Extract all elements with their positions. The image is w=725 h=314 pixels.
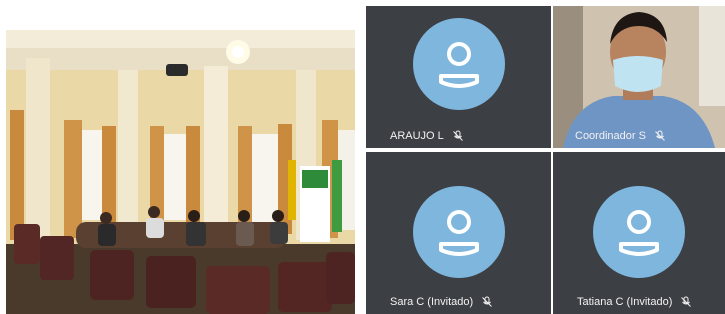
video-call-grid: ARAUJO L Coordinador S Sara C (Invitado)… xyxy=(366,6,725,314)
participant-label: Sara C (Invitado) xyxy=(390,296,493,308)
participant-video xyxy=(553,6,725,148)
participant-tile-tatiana[interactable]: Tatiana C (Invitado) xyxy=(553,152,725,314)
mic-off-icon xyxy=(680,296,692,308)
participant-label: Coordinador S xyxy=(575,130,666,142)
participant-name: Coordinador S xyxy=(575,130,646,142)
participant-label: Tatiana C (Invitado) xyxy=(577,296,692,308)
participant-name: ARAUJO L xyxy=(390,130,444,142)
participant-label: ARAUJO L xyxy=(390,130,464,142)
participant-name: Tatiana C (Invitado) xyxy=(577,296,673,308)
participant-tile-araujo[interactable]: ARAUJO L xyxy=(366,6,551,148)
participant-name: Sara C (Invitado) xyxy=(390,296,474,308)
mic-off-icon xyxy=(654,130,666,142)
participant-tile-sara[interactable]: Sara C (Invitado) xyxy=(366,152,551,314)
meeting-room-photo xyxy=(6,30,355,314)
person-icon xyxy=(413,18,505,110)
person-icon xyxy=(413,186,505,278)
mic-off-icon xyxy=(452,130,464,142)
person-icon xyxy=(593,186,685,278)
participant-tile-coordinador[interactable]: Coordinador S xyxy=(553,6,725,148)
mic-off-icon xyxy=(481,296,493,308)
